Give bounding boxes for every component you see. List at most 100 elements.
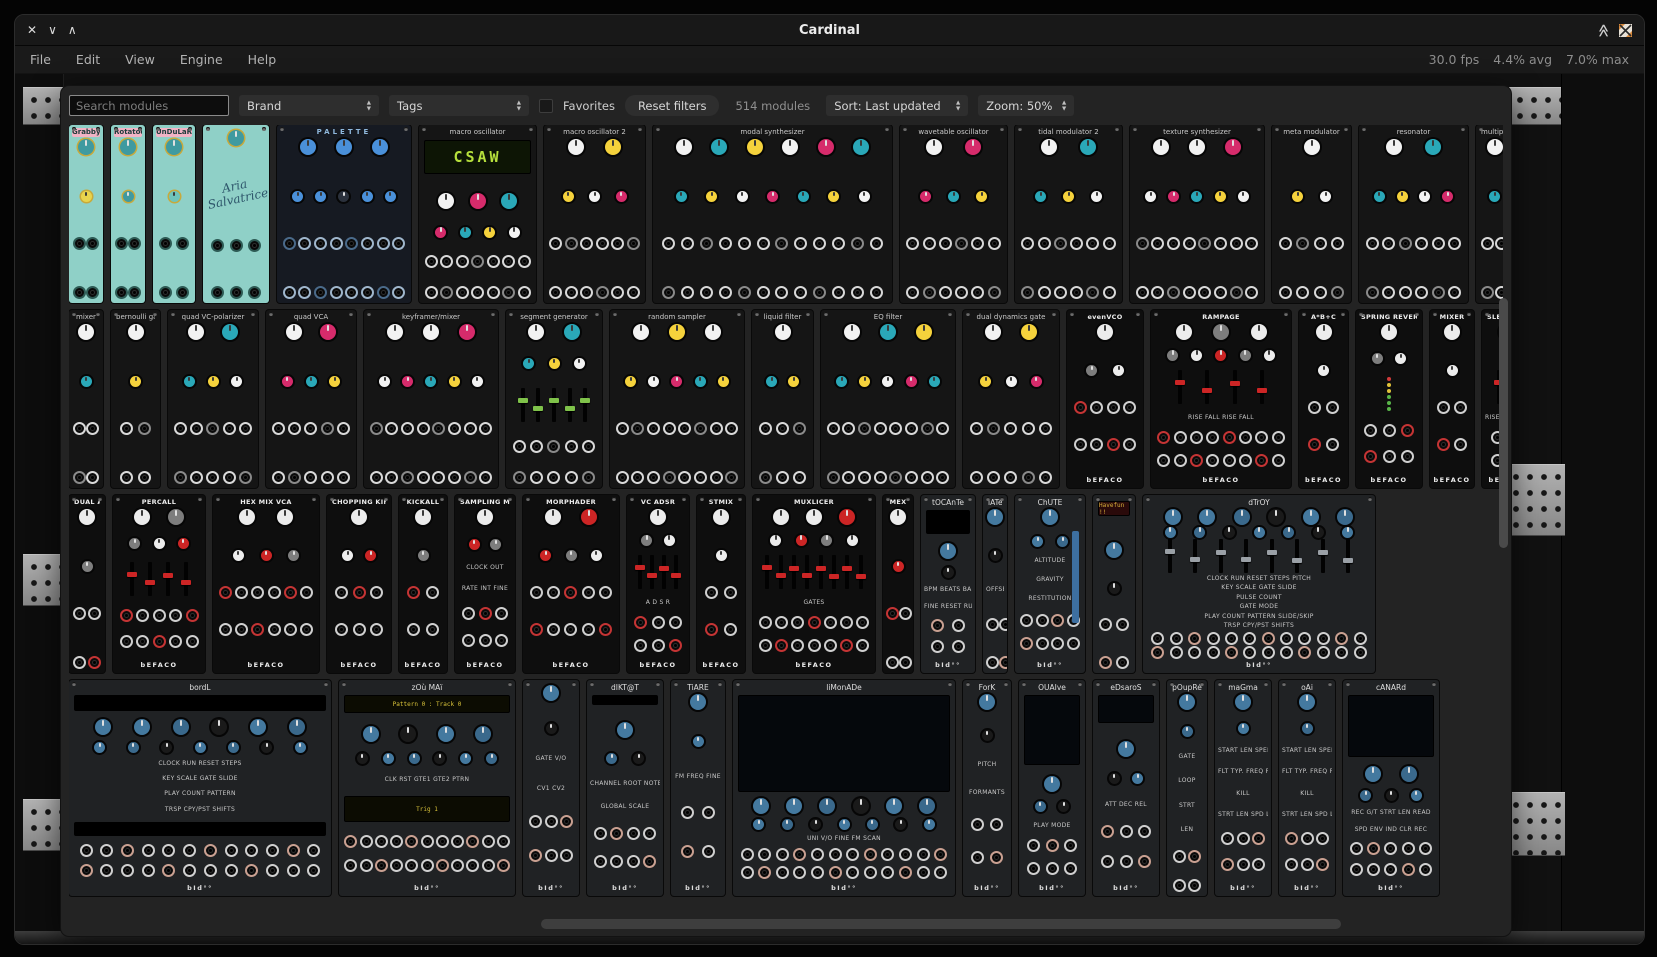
knob-icon[interactable]: [948, 191, 959, 202]
jack-icon[interactable]: [842, 422, 855, 435]
jack-icon[interactable]: [360, 859, 373, 872]
favorites-checkbox[interactable]: [539, 99, 553, 113]
jack-icon[interactable]: [73, 237, 86, 250]
jack-icon[interactable]: [219, 586, 232, 599]
jack-icon[interactable]: [724, 586, 737, 599]
jack-icon[interactable]: [700, 237, 713, 250]
jack-icon[interactable]: [547, 586, 560, 599]
jack-icon[interactable]: [479, 634, 492, 647]
jack-icon[interactable]: [851, 286, 864, 299]
knob-icon[interactable]: [924, 819, 935, 830]
knob-icon[interactable]: [589, 191, 600, 202]
jack-icon[interactable]: [1198, 286, 1211, 299]
knob-icon[interactable]: [893, 561, 904, 572]
slider-icon[interactable]: [1244, 539, 1248, 573]
jack-icon[interactable]: [159, 286, 172, 299]
jack-icon[interactable]: [436, 859, 449, 872]
module-card-blank[interactable]: Havefun !!: [1093, 495, 1135, 673]
jack-icon[interactable]: [811, 848, 824, 861]
knob-icon[interactable]: [753, 798, 769, 814]
jack-icon[interactable]: [1350, 863, 1363, 876]
knob-icon[interactable]: [385, 191, 396, 202]
jack-icon[interactable]: [616, 471, 629, 484]
jack-icon[interactable]: [421, 859, 434, 872]
jack-icon[interactable]: [530, 586, 543, 599]
knob-icon[interactable]: [926, 139, 942, 155]
jack-icon[interactable]: [344, 835, 357, 848]
module-card-ouaive[interactable]: OUAIvePLAY MODEbId°°: [1019, 680, 1085, 896]
jack-icon[interactable]: [793, 471, 806, 484]
jack-icon[interactable]: [153, 635, 166, 648]
knob-icon[interactable]: [1145, 191, 1156, 202]
menu-help[interactable]: Help: [248, 52, 277, 67]
jack-icon[interactable]: [115, 237, 128, 250]
module-card-palette[interactable]: PALETTE: [277, 125, 411, 303]
jack-icon[interactable]: [1448, 286, 1461, 299]
jack-icon[interactable]: [616, 422, 629, 435]
knob-icon[interactable]: [1225, 139, 1241, 155]
jack-icon[interactable]: [827, 422, 840, 435]
jack-icon[interactable]: [934, 866, 947, 879]
knob-icon[interactable]: [706, 191, 717, 202]
jack-icon[interactable]: [1308, 438, 1321, 451]
tags-dropdown[interactable]: Tags: [389, 95, 529, 116]
slider-handle[interactable]: [635, 565, 645, 570]
jack-icon[interactable]: [1495, 286, 1503, 299]
slider-icon[interactable]: [552, 388, 556, 422]
jack-icon[interactable]: [931, 619, 944, 632]
collapse-icon[interactable]: ≪: [1596, 23, 1611, 37]
jack-icon[interactable]: [724, 623, 737, 636]
jack-icon[interactable]: [1432, 286, 1445, 299]
knob-icon[interactable]: [1386, 790, 1397, 801]
app-logo-icon[interactable]: [1619, 24, 1632, 37]
jack-icon[interactable]: [999, 618, 1007, 631]
knob-icon[interactable]: [806, 509, 822, 525]
knob-icon[interactable]: [1442, 191, 1453, 202]
jack-icon[interactable]: [987, 471, 1000, 484]
jack-icon[interactable]: [1296, 237, 1309, 250]
jack-icon[interactable]: [1054, 237, 1067, 250]
jack-icon[interactable]: [1054, 286, 1067, 299]
knob-icon[interactable]: [134, 719, 150, 735]
knob-icon[interactable]: [342, 550, 353, 561]
module-card-wavetable-oscillator[interactable]: wavetable oscillator: [900, 125, 1007, 303]
jack-icon[interactable]: [88, 656, 101, 669]
module-card-macro-oscillator-2[interactable]: macro oscillator 2: [544, 125, 645, 303]
knob-icon[interactable]: [211, 719, 227, 735]
jack-icon[interactable]: [73, 286, 86, 299]
jack-icon[interactable]: [288, 422, 301, 435]
jack-icon[interactable]: [627, 827, 640, 840]
module-card-tocante[interactable]: tOCAnTeBPM BEATS BARFINE RESET RUNbId°°: [921, 495, 975, 673]
knob-icon[interactable]: [261, 550, 272, 561]
jack-icon[interactable]: [611, 237, 624, 250]
jack-icon[interactable]: [1173, 850, 1186, 863]
jack-icon[interactable]: [1272, 454, 1285, 467]
jack-icon[interactable]: [899, 866, 912, 879]
knob-icon[interactable]: [523, 358, 534, 369]
jack-icon[interactable]: [464, 422, 477, 435]
knob-icon[interactable]: [300, 139, 316, 155]
jack-icon[interactable]: [518, 286, 531, 299]
knob-icon[interactable]: [690, 694, 706, 710]
jack-icon[interactable]: [1383, 424, 1396, 437]
slider-icon[interactable]: [521, 388, 525, 422]
jack-icon[interactable]: [906, 237, 919, 250]
jack-icon[interactable]: [1120, 855, 1133, 868]
knob-icon[interactable]: [1006, 376, 1017, 387]
jack-icon[interactable]: [1223, 454, 1236, 467]
jack-icon[interactable]: [970, 422, 983, 435]
jack-icon[interactable]: [881, 866, 894, 879]
jack-icon[interactable]: [1326, 438, 1339, 451]
module-card-oai[interactable]: oAiSTART LEN SPEEDFLT TYP. FREQ RESKILLS…: [1279, 680, 1335, 896]
knob-icon[interactable]: [78, 139, 94, 155]
jack-icon[interactable]: [153, 609, 166, 622]
jack-icon[interactable]: [1170, 646, 1183, 659]
slider-icon[interactable]: [779, 555, 783, 589]
jack-icon[interactable]: [298, 286, 311, 299]
jack-icon[interactable]: [462, 634, 475, 647]
jack-icon[interactable]: [370, 422, 383, 435]
knob-icon[interactable]: [195, 742, 206, 753]
knob-icon[interactable]: [1086, 365, 1097, 376]
knob-icon[interactable]: [853, 139, 869, 155]
slider-handle[interactable]: [1257, 388, 1267, 393]
